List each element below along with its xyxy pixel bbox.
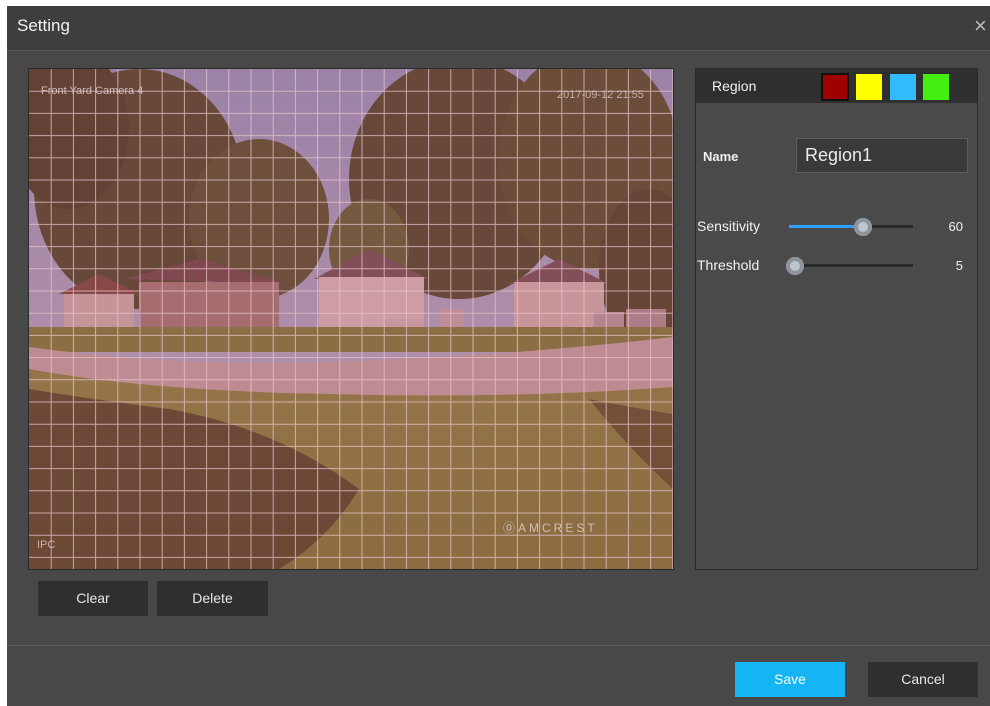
threshold-label: Threshold [697,257,760,273]
swatch-green[interactable] [923,74,949,100]
threshold-slider[interactable] [786,256,913,276]
ipc-label: IPC [37,539,56,551]
osd-channel-name: Front Yard Camera 4 [41,85,144,97]
footer-divider [7,645,990,646]
settings-dialog: Setting × Front Yard Camera 4 2017-09-12… [7,6,990,706]
save-button[interactable]: Save [735,662,845,697]
sensitivity-thumb[interactable] [854,218,873,236]
region-name-input[interactable]: Region1 [796,138,968,173]
threshold-value: 5 [955,258,963,273]
sensitivity-fill [789,225,864,228]
swatch-yellow[interactable] [856,74,882,100]
cancel-button[interactable]: Cancel [868,662,978,697]
sensitivity-slider[interactable] [789,217,913,237]
sensitivity-label: Sensitivity [697,218,761,234]
dialog-title: Setting [17,16,70,35]
delete-button[interactable]: Delete [157,581,268,616]
amcrest-watermark: ⓪AMCREST [503,521,598,535]
sensitivity-value: 60 [948,219,963,234]
swatch-red[interactable] [821,73,849,101]
clear-button[interactable]: Clear [38,581,148,616]
region-header: Region [696,69,977,103]
dialog-titlebar: Setting × [7,6,990,51]
swatch-blue[interactable] [890,74,916,100]
threshold-thumb[interactable] [786,257,805,275]
tab-region[interactable]: Region [696,69,814,103]
region-settings-panel: Region Name Region1 Sensitivity 60 Thres… [695,68,978,570]
video-preview-area[interactable]: Front Yard Camera 4 2017-09-12 21:55 ⓪AM… [28,68,674,570]
camera-image[interactable] [29,69,673,569]
name-label: Name [703,149,739,164]
osd-timestamp: 2017-09-12 21:55 [557,89,644,101]
threshold-track [789,264,913,267]
close-icon[interactable]: × [974,14,990,38]
